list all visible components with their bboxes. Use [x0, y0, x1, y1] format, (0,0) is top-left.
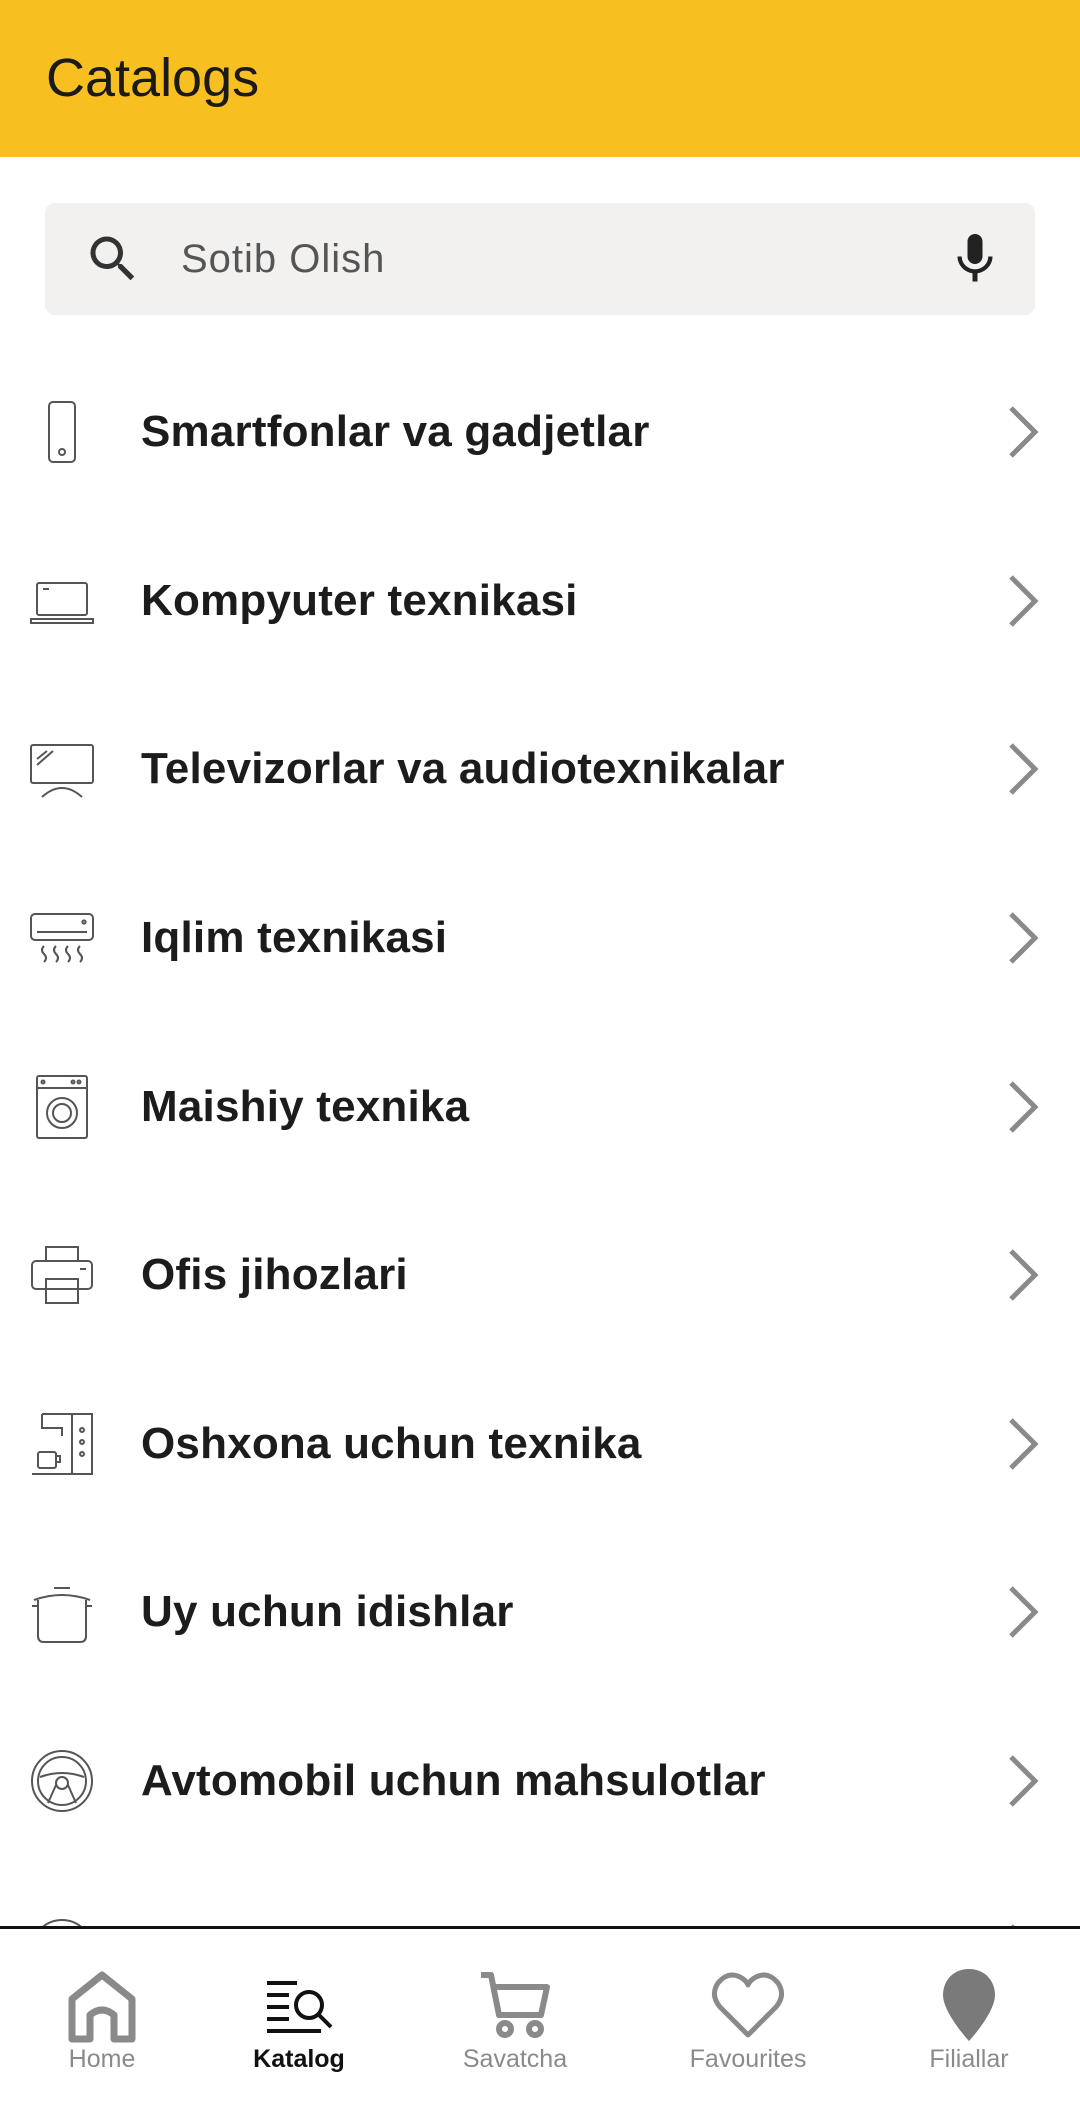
category-label: Avtomobil uchun mahsulotlar — [141, 1756, 766, 1806]
search-icon — [90, 236, 135, 281]
chevron-right-icon — [1009, 406, 1039, 459]
air-conditioner-icon — [30, 913, 94, 963]
chevron-right-icon — [1009, 1755, 1039, 1807]
chevron-right-icon — [1009, 1418, 1039, 1470]
home-icon — [68, 1971, 136, 2043]
nav-katalog-label: Katalog — [253, 2045, 345, 2073]
heart-icon — [712, 1972, 784, 2038]
app-bar: Catalogs — [0, 0, 1080, 157]
nav-favourites[interactable]: Favourites — [668, 1929, 828, 2109]
search-input[interactable] — [181, 227, 941, 291]
category-row-kompyuter[interactable]: Kompyuter texnikasi — [0, 517, 1080, 686]
chevron-right-icon — [1009, 743, 1039, 796]
category-row-ofis[interactable]: Ofis jihozlari — [0, 1191, 1080, 1360]
washing-machine-icon — [36, 1074, 88, 1139]
nav-favourites-label: Favourites — [689, 2045, 807, 2073]
search-bar[interactable] — [45, 203, 1035, 315]
catalog-search-icon — [267, 1981, 333, 2033]
category-row-maishiy[interactable]: Maishiy texnika — [0, 1022, 1080, 1191]
nav-filiallar[interactable]: Filiallar — [899, 1929, 1039, 2109]
category-label: Oshxona uchun texnika — [141, 1418, 642, 1468]
nav-savatcha[interactable]: Savatcha — [445, 1929, 585, 2109]
category-row-televizorlar[interactable]: Televizorlar va audiotexnikalar — [0, 685, 1080, 854]
nav-home-label: Home — [68, 2045, 136, 2073]
smartphone-icon — [48, 401, 76, 464]
coffee-machine-icon — [32, 1412, 93, 1475]
category-row-iqlim[interactable]: Iqlim texnikasi — [0, 854, 1080, 1023]
chevron-right-icon — [1009, 575, 1039, 627]
cart-icon — [481, 1972, 550, 2038]
nav-katalog[interactable]: Katalog — [229, 1929, 369, 2109]
category-label: Televizorlar va audiotexnikalar — [141, 744, 785, 794]
category-label: Uy uchun idishlar — [141, 1587, 514, 1637]
category-row-smartfonlar[interactable]: Smartfonlar va gadjetlar — [0, 348, 1080, 517]
category-label: Maishiy texnika — [141, 1081, 470, 1131]
category-row-uy[interactable]: Uy uchun idishlar — [0, 1528, 1080, 1697]
category-list: Smartfonlar va gadjetlar Kompyuter texni… — [0, 348, 1080, 1928]
category-row-avtomobil[interactable]: Avtomobil uchun mahsulotlar — [0, 1697, 1080, 1866]
category-label: Kompyuter texnikasi — [141, 575, 578, 625]
tv-icon — [30, 744, 94, 799]
microphone-icon[interactable] — [945, 225, 1005, 293]
bottom-navigation: Home Katalog Savatcha Favourites Filiall… — [0, 1926, 1080, 2109]
page-title: Catalogs — [46, 48, 260, 108]
chevron-right-icon — [1009, 1080, 1039, 1133]
nav-savatcha-label: Savatcha — [462, 2045, 568, 2073]
category-label: Ofis jihozlari — [141, 1250, 408, 1300]
category-row-partial[interactable] — [0, 1865, 1080, 1928]
laptop-icon — [30, 581, 94, 624]
category-row-oshxona[interactable]: Oshxona uchun texnika — [0, 1360, 1080, 1529]
nav-filiallar-label: Filiallar — [929, 2045, 1009, 2073]
location-pin-icon — [943, 1969, 995, 2041]
category-label: Smartfonlar va gadjetlar — [141, 407, 650, 457]
category-label: Iqlim texnikasi — [141, 913, 448, 963]
chevron-right-icon — [1009, 1249, 1039, 1302]
cooking-pot-icon — [32, 1587, 92, 1644]
chevron-right-icon — [1009, 912, 1039, 964]
steering-wheel-icon — [31, 1750, 93, 1813]
chevron-right-icon — [1009, 1586, 1039, 1639]
nav-home[interactable]: Home — [32, 1929, 172, 2109]
printer-icon — [31, 1246, 93, 1305]
